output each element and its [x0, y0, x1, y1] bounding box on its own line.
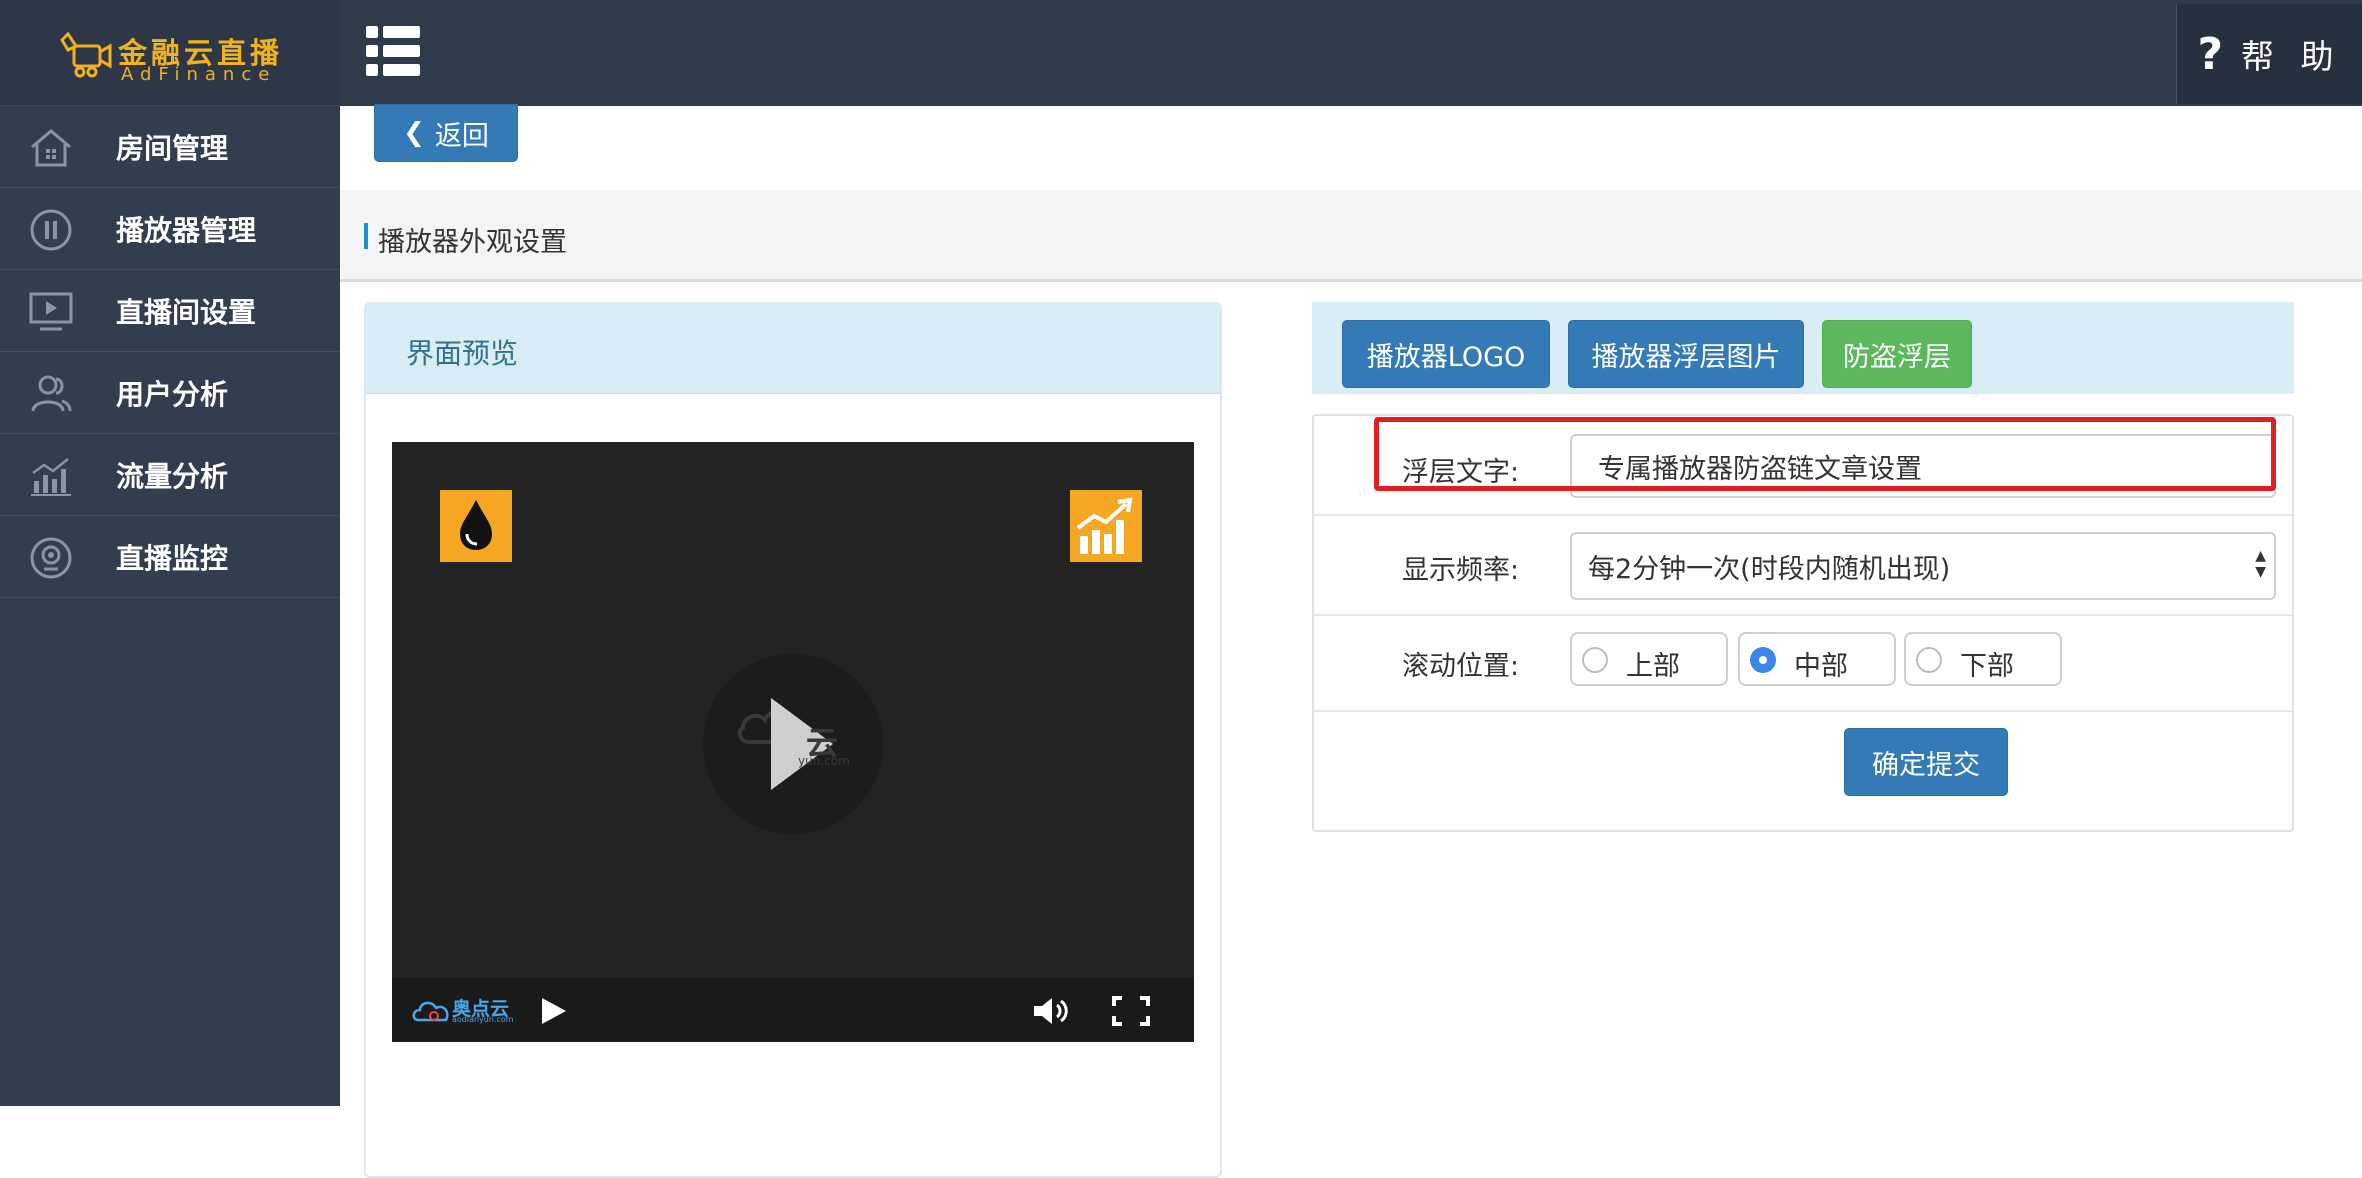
select-arrows-icon: ▲ ▼	[2255, 548, 2266, 580]
sidebar-item-label: 用户分析	[116, 377, 229, 411]
main-content: ❮ 返回 播放器外观设置 界面预览 云 yun.com 奥点云 aodianyu…	[340, 104, 2362, 1178]
submit-button[interactable]: 确定提交	[1844, 728, 2008, 796]
sidebar-item-label: 流量分析	[116, 459, 229, 493]
radio-checked-icon	[1750, 647, 1776, 673]
help-label: 帮 助	[2241, 37, 2342, 76]
tab-label: 播放器LOGO	[1366, 341, 1526, 373]
section-title: 播放器外观设置	[378, 227, 567, 258]
play-icon	[737, 698, 833, 790]
chevron-left-icon: ❮	[403, 118, 425, 148]
tab-label: 播放器浮层图片	[1591, 341, 1781, 373]
preview-header: 界面预览	[366, 304, 1220, 394]
position-radio-bottom[interactable]: 下部	[1904, 632, 2062, 686]
tab-overlay-image[interactable]: 播放器浮层图片	[1568, 320, 1804, 388]
camera-icon	[30, 537, 72, 579]
fullscreen-icon[interactable]	[1110, 994, 1152, 1028]
frequency-label: 显示频率:	[1402, 555, 1520, 586]
overlay-text-input[interactable]	[1570, 434, 2276, 498]
position-radio-middle[interactable]: 中部	[1738, 632, 1896, 686]
pause-circle-icon	[30, 209, 72, 251]
brand[interactable]: 金融云直播 AdFinance	[0, 0, 340, 106]
home-icon	[31, 129, 71, 167]
monitor-play-icon	[29, 292, 73, 331]
section-header: 播放器外观设置	[340, 190, 2362, 282]
tab-anti-piracy-overlay[interactable]: 防盗浮层	[1822, 320, 1972, 388]
sidebar-item-room-settings[interactable]: 直播间设置	[0, 270, 340, 352]
overlay-text-row: 浮层文字:	[1314, 416, 2292, 516]
preview-panel: 界面预览 云 yun.com 奥点云 aodianyun.com	[364, 302, 1222, 1178]
back-button[interactable]: ❮ 返回	[374, 104, 518, 162]
position-label: 滚动位置:	[1402, 651, 1520, 682]
frequency-selected-value: 每2分钟一次(时段内随机出现)	[1588, 553, 1951, 585]
sidebar-item-label: 直播监控	[116, 541, 229, 575]
sidebar-item-user-analysis[interactable]: 用户分析	[0, 352, 340, 434]
sidebar-item-label: 直播间设置	[116, 295, 257, 329]
submit-row: 确定提交	[1314, 712, 2292, 830]
player-logo-right	[1070, 490, 1142, 562]
sidebar-item-player[interactable]: 播放器管理	[0, 188, 340, 270]
player-brand-sublabel: aodianyun.com	[452, 1015, 514, 1024]
camera-logo-icon	[60, 31, 112, 78]
section-accent	[364, 223, 368, 249]
watermark-subtext: yun.com	[798, 754, 850, 768]
radio-label: 中部	[1794, 651, 1848, 682]
radio-label: 上部	[1626, 651, 1680, 682]
bar-chart-icon	[31, 458, 71, 496]
oil-drop-icon	[460, 500, 492, 550]
radio-unchecked-icon	[1582, 647, 1608, 673]
help-button[interactable]: ? 帮 助	[2176, 4, 2362, 104]
sidebar-item-label: 播放器管理	[116, 213, 257, 247]
sidebar-item-rooms[interactable]: 房间管理	[0, 106, 340, 188]
player-logo-left	[440, 490, 512, 562]
radio-unchecked-icon	[1916, 647, 1942, 673]
preview-title: 界面预览	[406, 337, 519, 370]
sidebar-item-label: 房间管理	[116, 131, 229, 165]
submit-label: 确定提交	[1872, 749, 1980, 781]
big-play-button[interactable]	[703, 654, 883, 834]
question-icon: ?	[2197, 28, 2224, 80]
sidebar-item-monitoring[interactable]: 直播监控	[0, 516, 340, 598]
users-icon	[31, 375, 72, 412]
tab-label: 防盗浮层	[1843, 341, 1951, 373]
position-row: 滚动位置: 上部 中部 下部	[1314, 616, 2292, 712]
brand-subtitle: AdFinance	[121, 64, 277, 85]
overlay-settings-form: 浮层文字: 显示频率: 每2分钟一次(时段内随机出现) ▲▼ 滚动位置: 上部 …	[1312, 414, 2294, 832]
frequency-select[interactable]: 每2分钟一次(时段内随机出现) ▲ ▼	[1570, 532, 2276, 600]
volume-icon[interactable]	[1030, 994, 1070, 1028]
video-player[interactable]: 云 yun.com 奥点云 aodianyun.com	[392, 442, 1194, 1042]
play-icon[interactable]	[538, 996, 570, 1026]
sidebar: 房间管理 播放器管理 直播间设置 用户分析 流量分析 直播监控	[0, 106, 340, 1106]
radio-label: 下部	[1960, 651, 2014, 682]
menu-toggle-button[interactable]	[366, 26, 420, 76]
position-radio-top[interactable]: 上部	[1570, 632, 1728, 686]
growth-chart-icon	[1076, 497, 1133, 554]
frequency-row: 显示频率: 每2分钟一次(时段内随机出现) ▲ ▼	[1314, 516, 2292, 616]
back-label: 返回	[434, 120, 489, 152]
sidebar-item-traffic-analysis[interactable]: 流量分析	[0, 434, 340, 516]
tab-player-logo[interactable]: 播放器LOGO	[1342, 320, 1550, 388]
player-control-bar: 奥点云 aodianyun.com	[392, 978, 1194, 1042]
overlay-text-label: 浮层文字:	[1402, 457, 1520, 488]
settings-tab-bar: 播放器LOGO 播放器浮层图片 防盗浮层	[1312, 302, 2294, 394]
top-bar: 金融云直播 AdFinance ? 帮 助	[0, 0, 2362, 106]
